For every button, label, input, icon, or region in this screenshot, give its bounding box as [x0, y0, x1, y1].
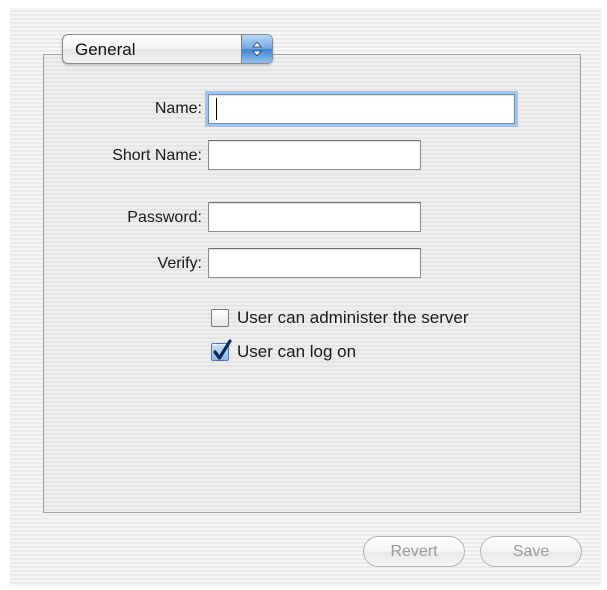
category-popup-label: General — [75, 40, 136, 59]
short-name-label: Short Name: — [112, 147, 202, 164]
administer-server-label[interactable]: User can administer the server — [237, 308, 468, 328]
verify-label: Verify: — [157, 255, 202, 272]
up-down-arrows-icon — [241, 35, 272, 63]
administer-server-checkbox[interactable] — [211, 309, 229, 327]
short-name-field[interactable] — [208, 140, 421, 170]
verify-field[interactable] — [208, 248, 421, 278]
save-button[interactable]: Save — [480, 536, 582, 567]
name-field[interactable] — [208, 94, 515, 124]
log-on-checkbox[interactable] — [211, 339, 232, 361]
password-label: Password: — [127, 209, 202, 226]
revert-button[interactable]: Revert — [363, 536, 465, 567]
text-caret — [216, 98, 217, 120]
name-label: Name: — [154, 100, 202, 117]
category-popup-button[interactable]: General — [62, 34, 273, 64]
checkmark-icon — [213, 339, 232, 360]
password-field[interactable] — [208, 202, 421, 232]
log-on-label[interactable]: User can log on — [237, 342, 356, 362]
